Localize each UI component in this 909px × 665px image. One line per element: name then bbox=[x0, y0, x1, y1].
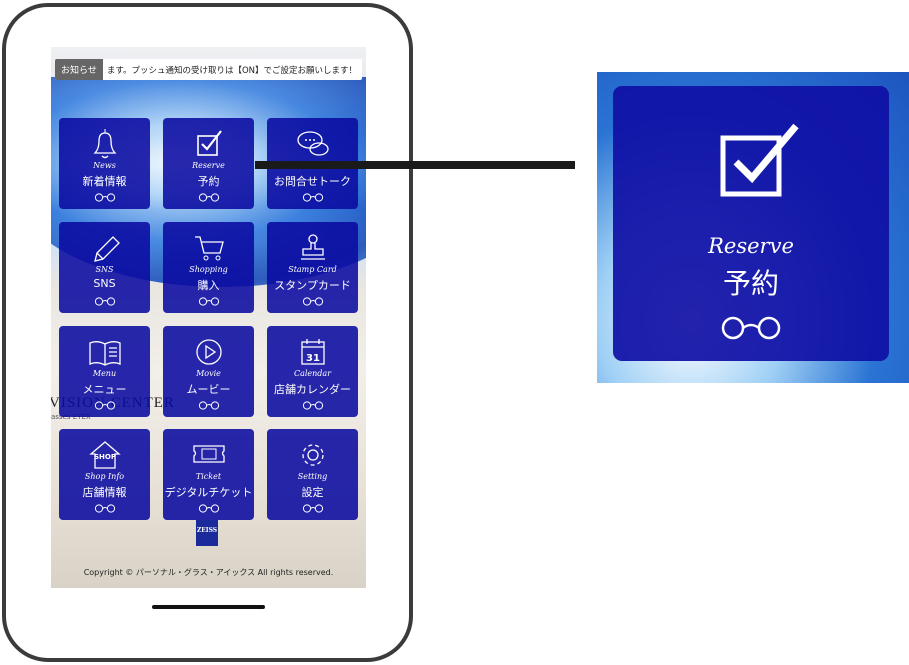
tile-en-label: Ticket bbox=[195, 472, 222, 481]
notice-message: ます。プッシュ通知の受け取りは【ON】でご設定お願いします！ bbox=[106, 65, 358, 76]
tile-shop-info[interactable]: SHOP Shop Info 店舗情報 bbox=[59, 429, 150, 520]
tile-news[interactable]: News 新着情報 bbox=[59, 118, 150, 209]
shop-icon: SHOP bbox=[88, 441, 121, 469]
stamp-icon bbox=[300, 234, 325, 260]
calendar-icon: 31 bbox=[300, 339, 325, 365]
copyright: Copyright © パーソナル・グラス・アイックス All rights r… bbox=[83, 568, 334, 577]
glasses-icon bbox=[94, 193, 115, 202]
glasses-icon bbox=[94, 504, 115, 513]
gear-icon bbox=[301, 444, 324, 466]
checkbox-icon bbox=[196, 130, 222, 156]
app-screen: VISION CENTER asses EYEX お知らせ ます。プッシュ通知の… bbox=[51, 47, 366, 588]
tile-jp-label: お問合せトーク bbox=[274, 175, 351, 188]
svg-text:31: 31 bbox=[306, 353, 320, 364]
tile-en-label: Stamp Card bbox=[288, 265, 337, 274]
tile-jp-label: ムービー bbox=[186, 383, 231, 396]
pencil-icon bbox=[93, 236, 120, 262]
checkbox-icon bbox=[720, 123, 799, 197]
tile-en-label: Menu bbox=[92, 369, 117, 378]
tile-en-label: SNS bbox=[95, 265, 114, 274]
zeiss-logo: ZEISS bbox=[196, 520, 218, 546]
bell-icon bbox=[92, 129, 117, 159]
zoom-callout: Reserve 予約 bbox=[597, 72, 909, 383]
callout-connector bbox=[255, 161, 575, 169]
tile-calendar[interactable]: 31 Calendar 店舗カレンダー bbox=[267, 326, 358, 417]
chat-bubbles-icon bbox=[296, 131, 329, 156]
tile-jp-label: デジタルチケット bbox=[164, 486, 253, 499]
glasses-icon bbox=[198, 193, 219, 202]
cart-icon bbox=[194, 236, 224, 261]
tile-movie[interactable]: Movie ムービー bbox=[163, 326, 254, 417]
tile-jp-label: 店舗情報 bbox=[82, 486, 127, 499]
notice-tag: お知らせ bbox=[55, 59, 103, 80]
tile-reserve[interactable]: Reserve 予約 bbox=[163, 118, 254, 209]
glasses-icon bbox=[721, 316, 781, 340]
glasses-icon bbox=[198, 297, 219, 306]
glasses-icon bbox=[302, 193, 323, 202]
glasses-icon bbox=[94, 297, 115, 306]
book-icon bbox=[88, 341, 121, 366]
tile-en-label: Setting bbox=[297, 472, 328, 481]
glasses-icon bbox=[302, 504, 323, 513]
play-icon bbox=[195, 339, 222, 365]
glasses-icon bbox=[198, 504, 219, 513]
tile-en-label: Movie bbox=[196, 369, 221, 378]
notice-bar[interactable]: お知らせ ます。プッシュ通知の受け取りは【ON】でご設定お願いします！ bbox=[55, 59, 362, 80]
home-indicator[interactable] bbox=[152, 605, 265, 609]
tile-sns[interactable]: SNS SNS bbox=[59, 222, 150, 313]
tile-shopping[interactable]: Shopping 購入 bbox=[163, 222, 254, 313]
tile-en-label: News bbox=[93, 161, 116, 170]
tile-jp-label: 予約 bbox=[197, 175, 220, 188]
glasses-icon bbox=[94, 401, 115, 410]
tile-jp-label: 設定 bbox=[301, 486, 324, 499]
tile-en-label: Calendar bbox=[293, 369, 332, 378]
tile-jp-label: スタンプカード bbox=[274, 279, 351, 292]
tile-jp-label: メニュー bbox=[82, 383, 127, 396]
tile-jp-label: 店舗カレンダー bbox=[274, 383, 351, 396]
tile-en-label: Shopping bbox=[189, 265, 228, 274]
tile-en-label: Reserve bbox=[192, 161, 225, 170]
tile-ticket[interactable]: Ticket デジタルチケット bbox=[163, 429, 254, 520]
glasses-icon bbox=[302, 297, 323, 306]
tile-jp-label: 購入 bbox=[197, 279, 220, 292]
tile-jp-label: SNS bbox=[93, 277, 116, 290]
zoomed-reserve-tile[interactable]: Reserve 予約 bbox=[613, 86, 889, 361]
tile-stamp-card[interactable]: Stamp Card スタンプカード bbox=[267, 222, 358, 313]
ticket-icon bbox=[192, 445, 225, 463]
tile-en-label: Reserve bbox=[708, 234, 794, 258]
glasses-icon bbox=[302, 401, 323, 410]
tile-jp-label: 新着情報 bbox=[82, 175, 127, 188]
glasses-icon bbox=[198, 401, 219, 410]
tile-jp-label: 予約 bbox=[722, 267, 779, 300]
tile-menu[interactable]: Menu メニュー bbox=[59, 326, 150, 417]
tile-setting[interactable]: Setting 設定 bbox=[267, 429, 358, 520]
tile-en-label: Shop Info bbox=[84, 472, 125, 481]
svg-text:SHOP: SHOP bbox=[94, 453, 116, 461]
